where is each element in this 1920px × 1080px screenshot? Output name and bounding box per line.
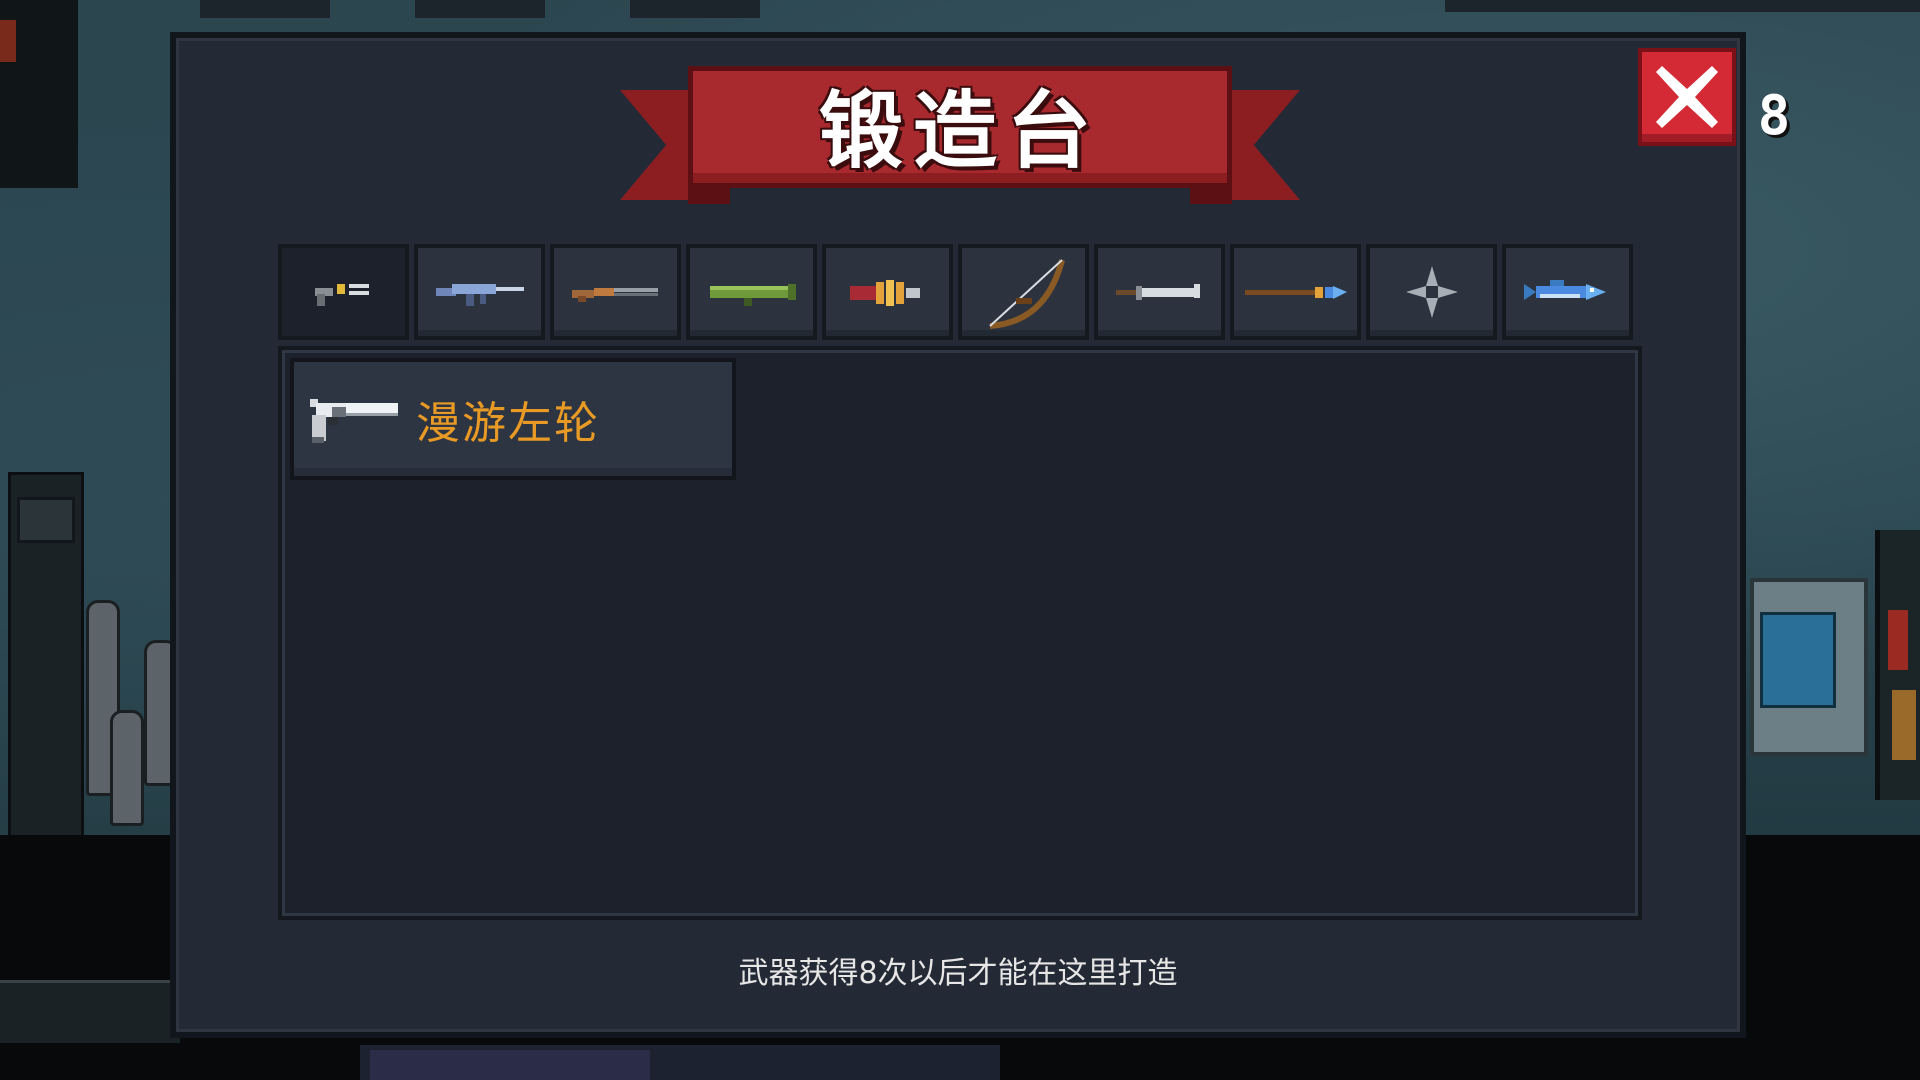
item-name: 漫游左轮	[416, 398, 600, 449]
tab-bow[interactable]	[958, 244, 1089, 340]
hint-text: 武器获得8次以后才能在这里打造	[738, 956, 1178, 991]
wall-pillar	[0, 0, 78, 188]
spear-icon	[1244, 286, 1347, 299]
tab-rifle[interactable]	[414, 244, 545, 340]
rifle-icon	[435, 284, 524, 306]
ceiling-block	[415, 0, 545, 18]
tab-shotgun[interactable]	[550, 244, 681, 340]
floor-carpet	[370, 1050, 650, 1080]
pistol-icon	[314, 284, 369, 306]
special-gun-icon	[849, 280, 920, 306]
fish-icon	[1523, 280, 1606, 300]
tab-fish[interactable]	[1502, 244, 1633, 340]
tab-special-gun[interactable]	[822, 244, 953, 340]
counter-badge: 8	[1757, 84, 1791, 147]
computer-desk	[1750, 578, 1868, 756]
item-list: 漫游左轮	[278, 346, 1642, 920]
revolver-icon	[310, 399, 398, 443]
ceiling-block	[630, 0, 760, 18]
gas-tank	[110, 710, 144, 826]
ceiling-block	[200, 0, 330, 18]
cabinet	[8, 472, 84, 840]
machine	[1875, 530, 1920, 800]
sword-icon	[1115, 284, 1200, 300]
tab-launcher[interactable]	[686, 244, 817, 340]
ceiling-block	[1445, 0, 1920, 12]
tab-throwing-star[interactable]	[1366, 244, 1497, 340]
panel-title: 锻造台	[818, 81, 1101, 180]
tab-spear[interactable]	[1230, 244, 1361, 340]
throwing-star-icon	[1405, 266, 1458, 318]
floor-strip	[0, 980, 180, 1043]
shotgun-icon	[571, 288, 658, 302]
title-banner: 锻造台	[620, 66, 1300, 216]
tab-pistol[interactable]	[278, 244, 409, 340]
close-button[interactable]	[1638, 48, 1736, 146]
launcher-icon	[709, 284, 796, 306]
bow-icon	[988, 259, 1065, 329]
tab-sword[interactable]	[1094, 244, 1225, 340]
category-tabs	[278, 244, 1633, 340]
close-icon	[1656, 66, 1718, 128]
list-item-weapon[interactable]: 漫游左轮	[290, 358, 736, 480]
